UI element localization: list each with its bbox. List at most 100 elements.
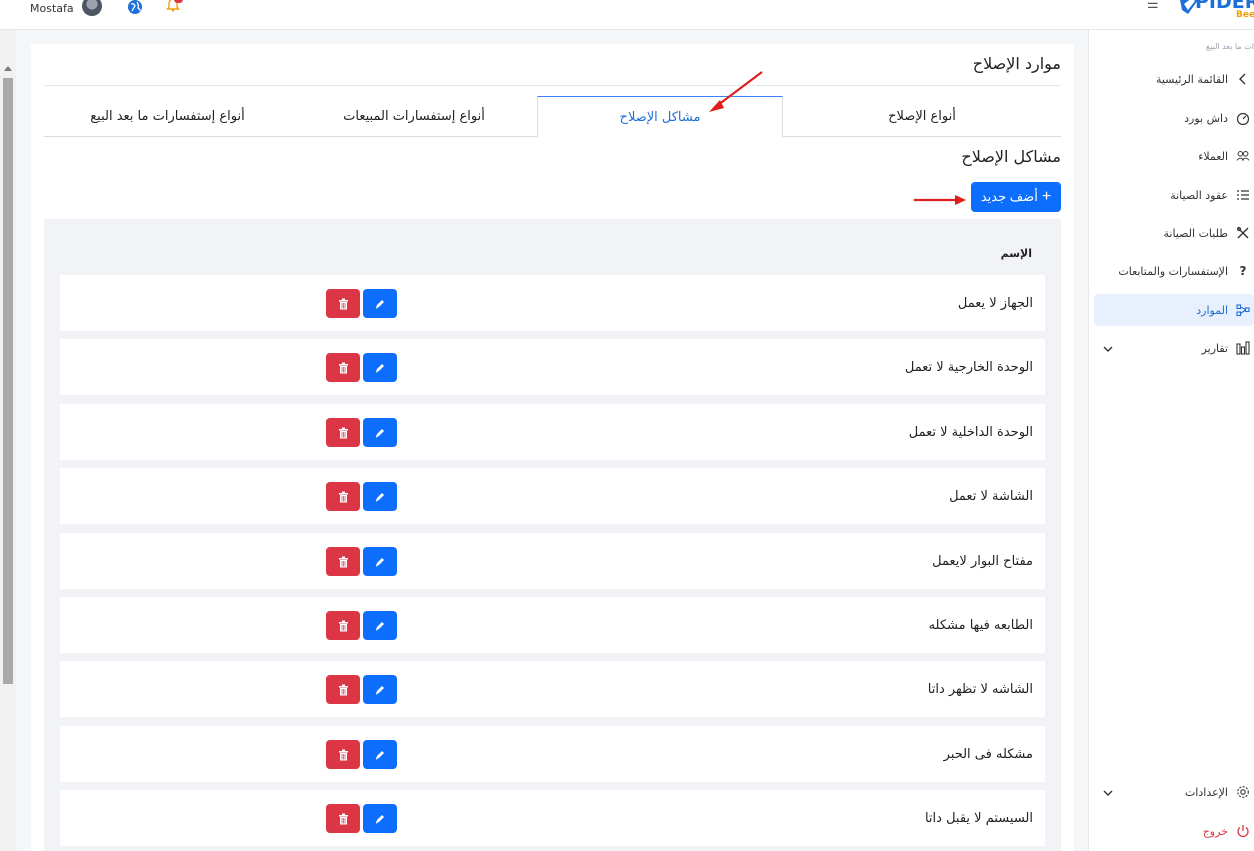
pencil-icon xyxy=(375,685,384,694)
pencil-icon xyxy=(375,557,384,566)
table-row: الشاشه لا تظهر داتا xyxy=(60,661,1045,717)
sidebar-item-logout[interactable]: خروج xyxy=(1094,815,1254,847)
edit-button[interactable] xyxy=(363,418,397,447)
sidebar-item-label: الإستفسارات والمتابعات xyxy=(1118,264,1228,278)
sidebar-item-label: تقارير xyxy=(1201,341,1228,355)
divider xyxy=(44,85,1061,86)
table-row: الجهاز لا يعمل xyxy=(60,275,1045,331)
edit-button[interactable] xyxy=(363,611,397,640)
user-name[interactable]: Mostafa xyxy=(30,2,74,15)
notification-badge xyxy=(174,0,183,3)
trash-icon xyxy=(338,556,348,567)
sidebar-item-label: القائمة الرئيسية xyxy=(1155,72,1228,86)
trash-icon xyxy=(338,749,348,760)
scrollbar-thumb[interactable] xyxy=(3,78,13,684)
table-row: مشكله فى الحبر xyxy=(60,726,1045,782)
tab-label: أنواع إستفسارات المبيعات xyxy=(343,109,485,124)
trash-icon xyxy=(338,620,348,631)
tab-repair-types[interactable]: أنواع الإصلاح xyxy=(783,96,1061,137)
sidebar-item-settings[interactable]: الإعدادات xyxy=(1094,776,1254,808)
row-name: السيستم لا يقبل داتا xyxy=(924,810,1033,826)
delete-button[interactable] xyxy=(326,353,360,382)
add-button-label: أضف جديد xyxy=(980,189,1038,204)
delete-button[interactable] xyxy=(326,611,360,640)
delete-button[interactable] xyxy=(326,675,360,704)
page-title: موارد الإصلاح xyxy=(972,54,1061,73)
users-icon xyxy=(1236,149,1250,163)
table-row: الوحدة الداخلية لا تعمل xyxy=(60,404,1045,460)
sidebar-item-maintenance-contracts[interactable]: عقود الصيانة xyxy=(1094,179,1254,211)
tab-after-sales-inquiry-types[interactable]: أنواع إستفسارات ما بعد البيع xyxy=(44,96,291,137)
row-name: الشاشة لا تعمل xyxy=(949,488,1033,504)
section-title: مشاكل الإصلاح xyxy=(961,147,1061,166)
plus-icon: + xyxy=(1041,188,1052,205)
pencil-icon xyxy=(375,299,384,308)
sidebar-item-main-menu[interactable]: القائمة الرئيسية xyxy=(1094,63,1254,95)
trash-icon xyxy=(338,813,348,824)
hamburger-icon[interactable]: ☰ xyxy=(1147,0,1159,12)
sidebar-item-label: داش بورد xyxy=(1184,111,1228,125)
edit-button[interactable] xyxy=(363,675,397,704)
logo-subtext: Bee xyxy=(1236,10,1254,20)
tab-repair-problems[interactable]: مشاكل الإصلاح xyxy=(537,96,783,138)
column-header-name: الإسم xyxy=(1000,247,1032,260)
sidebar-item-label: الإعدادات xyxy=(1184,785,1228,799)
sidebar-item-resources[interactable]: الموارد xyxy=(1094,294,1254,326)
edit-button[interactable] xyxy=(363,547,397,576)
question-icon: ? xyxy=(1239,264,1247,278)
gear-icon xyxy=(1236,785,1250,799)
edit-button[interactable] xyxy=(363,289,397,318)
avatar[interactable] xyxy=(82,0,102,16)
edit-button[interactable] xyxy=(363,482,397,511)
pencil-icon xyxy=(375,492,384,501)
pencil-icon xyxy=(375,750,384,759)
chevron-down-icon[interactable] xyxy=(1102,343,1114,355)
delete-button[interactable] xyxy=(326,740,360,769)
row-name: الوحدة الداخلية لا تعمل xyxy=(908,424,1033,440)
trash-icon xyxy=(338,362,348,373)
top-bar: Mostafa ☰ PIDER Bee xyxy=(0,0,1254,30)
sidebar-item-customers[interactable]: العملاء xyxy=(1094,140,1254,172)
delete-button[interactable] xyxy=(326,482,360,511)
tab-label: أنواع إستفسارات ما بعد البيع xyxy=(90,109,245,124)
scroll-up-arrow-icon[interactable] xyxy=(4,66,12,71)
pencil-icon xyxy=(375,814,384,823)
table-row: الوحدة الخارجية لا تعمل xyxy=(60,339,1045,395)
row-name: الجهاز لا يعمل xyxy=(957,295,1033,311)
tab-sales-inquiry-types[interactable]: أنواع إستفسارات المبيعات xyxy=(291,96,537,137)
globe-icon[interactable] xyxy=(127,0,143,15)
sidebar-item-inquiries[interactable]: الإستفسارات والمتابعات ? xyxy=(1094,255,1254,287)
row-name: الطابعه فيها مشكله xyxy=(928,617,1033,633)
delete-button[interactable] xyxy=(326,418,360,447)
sidebar-item-label: العملاء xyxy=(1198,149,1228,163)
chevron-left-icon xyxy=(1236,72,1250,86)
sidebar-item-reports[interactable]: تقارير xyxy=(1094,332,1254,364)
table-row: الشاشة لا تعمل xyxy=(60,468,1045,524)
edit-button[interactable] xyxy=(363,804,397,833)
delete-button[interactable] xyxy=(326,547,360,576)
chevron-down-icon[interactable] xyxy=(1102,787,1114,799)
tools-icon xyxy=(1236,226,1250,240)
sidebar-item-label: طلبات الصيانة xyxy=(1163,226,1229,240)
table-row: مفتاح البوار لايعمل xyxy=(60,533,1045,589)
add-new-button[interactable]: أضف جديد + xyxy=(971,182,1061,212)
edit-button[interactable] xyxy=(363,740,397,769)
sidebar-item-maintenance-requests[interactable]: طلبات الصيانة xyxy=(1094,217,1254,249)
trash-icon xyxy=(338,684,348,695)
scrollbar[interactable] xyxy=(0,30,16,851)
delete-button[interactable] xyxy=(326,289,360,318)
tab-label: أنواع الإصلاح xyxy=(888,109,956,124)
gauge-icon xyxy=(1236,111,1250,125)
edit-button[interactable] xyxy=(363,353,397,382)
sidebar-item-label: عقود الصيانة xyxy=(1170,188,1228,202)
table-row: الطابعه فيها مشكله xyxy=(60,597,1045,653)
sidebar-item-dashboard[interactable]: داش بورد xyxy=(1094,102,1254,134)
row-name: الوحدة الخارجية لا تعمل xyxy=(904,359,1033,375)
row-name: مفتاح البوار لايعمل xyxy=(932,553,1033,569)
network-icon xyxy=(1236,303,1250,317)
delete-button[interactable] xyxy=(326,804,360,833)
tabs: أنواع الإصلاح مشاكل الإصلاح أنواع إستفسا… xyxy=(44,96,1061,138)
pencil-icon xyxy=(375,363,384,372)
power-icon xyxy=(1236,824,1250,838)
user-menu[interactable]: Mostafa xyxy=(30,0,74,16)
